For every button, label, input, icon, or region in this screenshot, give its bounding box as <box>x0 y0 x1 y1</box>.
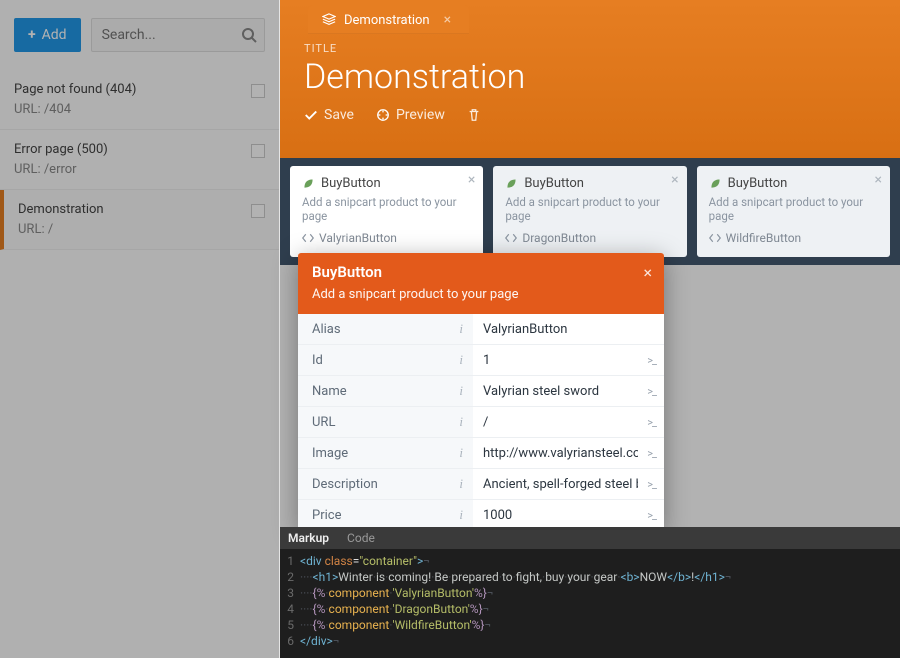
card-title: BuyButton <box>524 176 584 191</box>
code-body[interactable]: 1<div class="container">¬ 2····<h1>Winte… <box>280 549 900 653</box>
card-subtitle: Add a snipcart product to your page <box>505 195 674 223</box>
field-row-id: Id i >_ <box>298 345 664 376</box>
tab-code[interactable]: Code <box>347 531 375 545</box>
info-icon[interactable]: i <box>459 445 463 461</box>
field-row-image: Image i >_ <box>298 438 664 469</box>
code-icon <box>709 232 721 244</box>
expand-icon[interactable]: >_ <box>647 509 656 522</box>
check-icon <box>304 108 318 122</box>
info-icon[interactable]: i <box>459 352 463 368</box>
preview-label: Preview <box>396 107 445 123</box>
image-input[interactable] <box>473 439 664 468</box>
price-input[interactable] <box>473 501 664 530</box>
field-row-name: Name i >_ <box>298 376 664 407</box>
info-icon[interactable]: i <box>459 383 463 399</box>
component-settings-popup: × BuyButton Add a snipcart product to yo… <box>298 253 664 530</box>
component-card-valyrian[interactable]: × BuyButton Add a snipcart product to yo… <box>290 166 483 257</box>
tab-demonstration[interactable]: Demonstration × <box>308 5 469 34</box>
popup-title: BuyButton <box>312 263 650 281</box>
url-input[interactable] <box>473 408 664 437</box>
preview-button[interactable]: Preview <box>376 107 445 123</box>
field-row-url: URL i >_ <box>298 407 664 438</box>
field-label: Id <box>312 353 323 368</box>
popup-subtitle: Add a snipcart product to your page <box>312 287 650 302</box>
code-icon <box>505 232 517 244</box>
card-subtitle: Add a snipcart product to your page <box>302 195 471 223</box>
card-component: DragonButton <box>522 231 596 245</box>
close-icon[interactable]: × <box>875 172 882 188</box>
close-icon[interactable]: × <box>671 172 678 188</box>
editor-tabs: Markup Code <box>280 527 900 549</box>
info-icon[interactable]: i <box>459 414 463 430</box>
save-button[interactable]: Save <box>304 107 354 123</box>
compass-icon <box>376 108 390 122</box>
expand-icon[interactable]: >_ <box>647 385 656 398</box>
tab-markup[interactable]: Markup <box>288 531 329 545</box>
alias-input[interactable] <box>473 315 664 344</box>
sidebar-dim-overlay <box>0 0 279 658</box>
component-card-dragon[interactable]: × BuyButton Add a snipcart product to yo… <box>493 166 686 257</box>
card-subtitle: Add a snipcart product to your page <box>709 195 878 223</box>
expand-icon[interactable]: >_ <box>647 416 656 429</box>
field-label: Name <box>312 384 347 399</box>
component-card-wildfire[interactable]: × BuyButton Add a snipcart product to yo… <box>697 166 890 257</box>
leaf-icon <box>709 177 722 190</box>
info-icon[interactable]: i <box>459 476 463 492</box>
expand-icon[interactable]: >_ <box>647 447 656 460</box>
field-label: Description <box>312 477 378 492</box>
tab-close-icon[interactable]: × <box>444 12 451 28</box>
id-input[interactable] <box>473 346 664 375</box>
card-title: BuyButton <box>728 176 788 191</box>
code-icon <box>302 232 314 244</box>
field-row-price: Price i >_ <box>298 500 664 530</box>
field-row-alias: Alias i <box>298 314 664 345</box>
leaf-icon <box>505 177 518 190</box>
card-component: ValyrianButton <box>319 231 397 245</box>
name-input[interactable] <box>473 377 664 406</box>
expand-icon[interactable]: >_ <box>647 478 656 491</box>
layers-icon <box>322 13 336 27</box>
field-row-description: Description i >_ <box>298 469 664 500</box>
close-icon[interactable]: × <box>468 172 475 188</box>
trash-icon[interactable] <box>467 108 481 122</box>
field-label: Alias <box>312 322 341 337</box>
field-label: Price <box>312 508 341 523</box>
card-component: WildfireButton <box>726 231 802 245</box>
info-icon[interactable]: i <box>459 321 463 337</box>
tab-label: Demonstration <box>344 13 430 28</box>
card-title: BuyButton <box>321 176 381 191</box>
title-label: TITLE <box>304 42 876 55</box>
page-title: Demonstration <box>304 57 876 97</box>
save-label: Save <box>324 107 354 123</box>
description-input[interactable] <box>473 470 664 499</box>
leaf-icon <box>302 177 315 190</box>
code-editor: Markup Code 1<div class="container">¬ 2·… <box>280 527 900 658</box>
component-strip: × BuyButton Add a snipcart product to yo… <box>280 158 900 265</box>
field-label: Image <box>312 446 348 461</box>
popup-header: × BuyButton Add a snipcart product to yo… <box>298 253 664 314</box>
info-icon[interactable]: i <box>459 507 463 523</box>
expand-icon[interactable]: >_ <box>647 354 656 367</box>
popup-close-icon[interactable]: × <box>643 263 652 282</box>
sidebar: + Add Page not found (404) URL: /404 Err… <box>0 0 280 658</box>
page-header: Demonstration × TITLE Demonstration Save <box>280 0 900 158</box>
field-label: URL <box>312 415 335 430</box>
